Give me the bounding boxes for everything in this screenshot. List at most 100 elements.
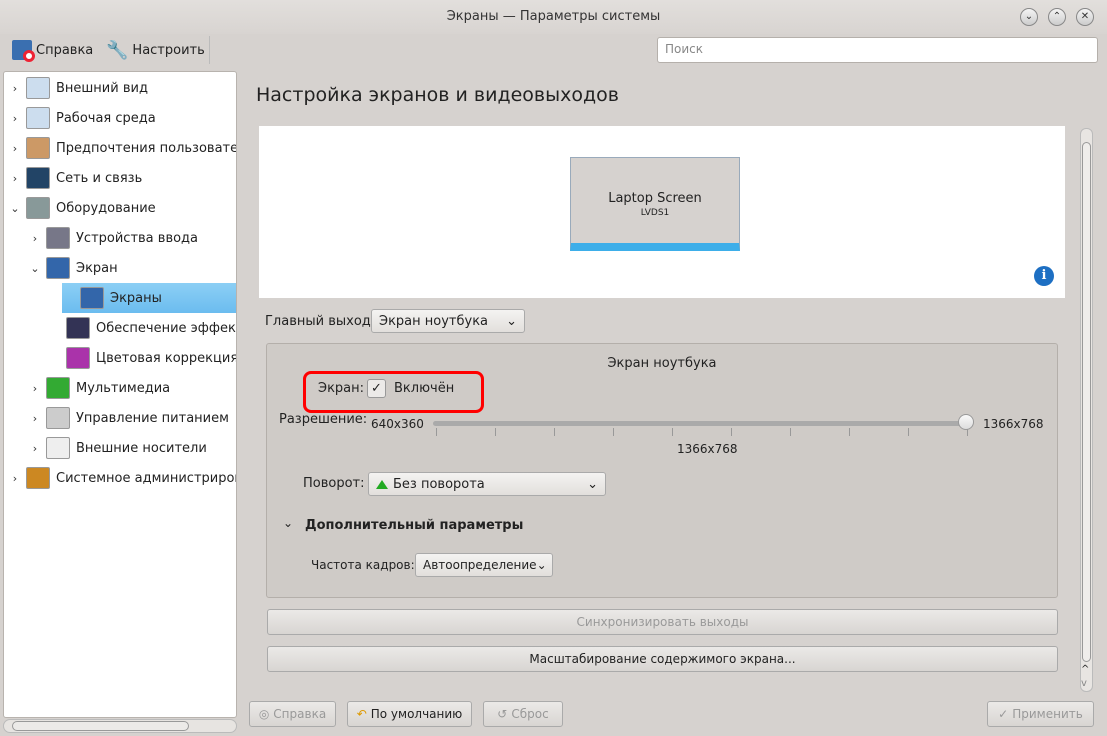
- info-icon[interactable]: i: [1034, 266, 1054, 286]
- removable-media-icon: [46, 437, 70, 459]
- monitor-icon: [80, 287, 104, 309]
- close-button[interactable]: ✕: [1076, 8, 1094, 26]
- slider-tick: [672, 428, 673, 436]
- sidebar-item-label: Предпочтения пользователя: [56, 140, 237, 156]
- monitor-laptop-screen[interactable]: Laptop Screen LVDS1: [570, 157, 740, 251]
- chevron-right-icon[interactable]: ›: [8, 112, 22, 125]
- chevron-down-icon[interactable]: ⌄: [28, 262, 42, 275]
- help-label: Справка: [36, 42, 94, 58]
- maximize-button[interactable]: ⌃: [1048, 8, 1066, 26]
- reset-button[interactable]: ↺ Сброс: [483, 701, 563, 727]
- chevron-right-icon[interactable]: ›: [28, 412, 42, 425]
- advanced-section-toggle[interactable]: Дополнительный параметры: [305, 518, 523, 533]
- sidebar-item-label: Обеспечение эффектов: [96, 320, 236, 336]
- defaults-button-label: По умолчанию: [370, 707, 463, 721]
- sync-outputs-button[interactable]: Синхронизировать выходы: [267, 609, 1058, 635]
- wrench-icon: 🔧: [106, 39, 129, 61]
- input-devices-icon: [46, 227, 70, 249]
- resolution-max: 1366x768: [983, 417, 1044, 431]
- sidebar-item[interactable]: › Рабочая среда: [4, 103, 236, 133]
- chevron-down-icon[interactable]: ⌄: [8, 202, 22, 215]
- power-icon: [46, 407, 70, 429]
- sidebar-item-label: Внешний вид: [56, 80, 148, 96]
- defaults-button[interactable]: ↶ По умолчанию: [347, 701, 472, 727]
- hardware-icon: [26, 197, 50, 219]
- chevron-down-icon: ⌄: [536, 558, 547, 572]
- scroll-down-icon[interactable]: v: [1081, 678, 1087, 689]
- defaults-icon: ↶: [356, 707, 367, 721]
- page-title: Настройка экранов и видеовыходов: [256, 84, 619, 106]
- chevron-right-icon[interactable]: ›: [28, 382, 42, 395]
- resolution-label: Разрешение:: [279, 412, 368, 427]
- rotation-value: Без поворота: [393, 476, 485, 492]
- scroll-up-icon[interactable]: ^: [1081, 664, 1089, 675]
- scale-content-button[interactable]: Масштабирование содержимого экрана...: [267, 646, 1058, 672]
- user-icon: [26, 137, 50, 159]
- chevron-down-icon: ⌄: [587, 476, 598, 492]
- resolution-current: 1366x768: [677, 442, 738, 456]
- refresh-rate-label: Частота кадров:: [311, 558, 415, 572]
- sidebar-item[interactable]: Обеспечение эффектов: [4, 313, 236, 343]
- refresh-rate-combo[interactable]: Автоопределение ⌄: [415, 553, 553, 577]
- sidebar-item[interactable]: › Внешние носители: [4, 433, 236, 463]
- help-toolbar-button[interactable]: Справка: [12, 38, 93, 62]
- slider-ticks: [436, 428, 968, 436]
- sidebar-item[interactable]: › Мультимедиа: [4, 373, 236, 403]
- color-correction-icon: [66, 347, 90, 369]
- monitor-name: Laptop Screen: [608, 191, 702, 206]
- system-admin-icon: [26, 467, 50, 489]
- primary-output-combo[interactable]: Экран ноутбука ⌄: [371, 309, 525, 333]
- sidebar-item[interactable]: Цветовая коррекция: [4, 343, 236, 373]
- workspace-icon: [26, 107, 50, 129]
- chevron-right-icon[interactable]: ›: [28, 232, 42, 245]
- sidebar-item[interactable]: ⌄ Оборудование: [4, 193, 236, 223]
- apply-button-label: Применить: [1012, 707, 1083, 721]
- refresh-rate-value: Автоопределение: [423, 558, 537, 572]
- sidebar-item-label: Оборудование: [56, 200, 156, 216]
- chevron-right-icon[interactable]: ›: [8, 82, 22, 95]
- slider-tick: [849, 428, 850, 436]
- scrollbar-thumb[interactable]: [12, 721, 189, 731]
- chevron-right-icon[interactable]: ›: [8, 172, 22, 185]
- sidebar-item[interactable]: Экраны: [62, 283, 236, 313]
- reset-button-label: Сброс: [511, 707, 549, 721]
- scrollbar-thumb[interactable]: [1082, 142, 1091, 662]
- slider-handle[interactable]: [958, 414, 974, 430]
- appearance-icon: [26, 77, 50, 99]
- sidebar-item-label: Внешние носители: [76, 440, 207, 456]
- rotation-arrow-icon: [376, 479, 388, 489]
- sidebar-item[interactable]: › Управление питанием: [4, 403, 236, 433]
- slider-tick: [731, 428, 732, 436]
- sidebar-item-label: Экран: [76, 260, 118, 276]
- sidebar-item[interactable]: › Устройства ввода: [4, 223, 236, 253]
- reset-icon: ↺: [497, 707, 508, 721]
- slider-tick: [908, 428, 909, 436]
- check-icon: ✓: [998, 707, 1009, 721]
- resolution-slider[interactable]: [433, 421, 968, 426]
- resolution-min: 640x360: [371, 417, 424, 431]
- slider-tick: [554, 428, 555, 436]
- chevron-right-icon[interactable]: ›: [28, 442, 42, 455]
- search-input[interactable]: Поиск: [657, 37, 1098, 63]
- sidebar-item[interactable]: ⌄ Экран: [4, 253, 236, 283]
- primary-output-label: Главный выход:: [265, 314, 376, 329]
- sidebar-tree: › Внешний вид › Рабочая среда › Предпочтения …: [3, 71, 237, 718]
- chevron-right-icon[interactable]: ›: [8, 472, 22, 485]
- chevron-down-icon[interactable]: ⌄: [283, 516, 293, 530]
- configure-toolbar-button[interactable]: 🔧 Настроить: [106, 38, 205, 62]
- help-icon: [12, 40, 35, 62]
- sidebar-item[interactable]: › Предпочтения пользователя: [4, 133, 237, 163]
- sidebar-item[interactable]: › Сеть и связь: [4, 163, 236, 193]
- help-button[interactable]: ◎ Справка: [249, 701, 336, 727]
- group-title: Экран ноутбука: [607, 356, 717, 371]
- rotation-combo[interactable]: Без поворота ⌄: [368, 472, 606, 496]
- minimize-button[interactable]: ⌄: [1020, 8, 1038, 26]
- primary-output-value: Экран ноутбука: [379, 313, 489, 329]
- sidebar-item[interactable]: › Системное администрирование: [4, 463, 236, 493]
- sidebar-item[interactable]: › Внешний вид: [4, 73, 236, 103]
- slider-tick: [790, 428, 791, 436]
- help-icon: ◎: [258, 707, 270, 721]
- chevron-right-icon[interactable]: ›: [8, 142, 22, 155]
- slider-tick: [436, 428, 437, 436]
- apply-button[interactable]: ✓ Применить: [987, 701, 1094, 727]
